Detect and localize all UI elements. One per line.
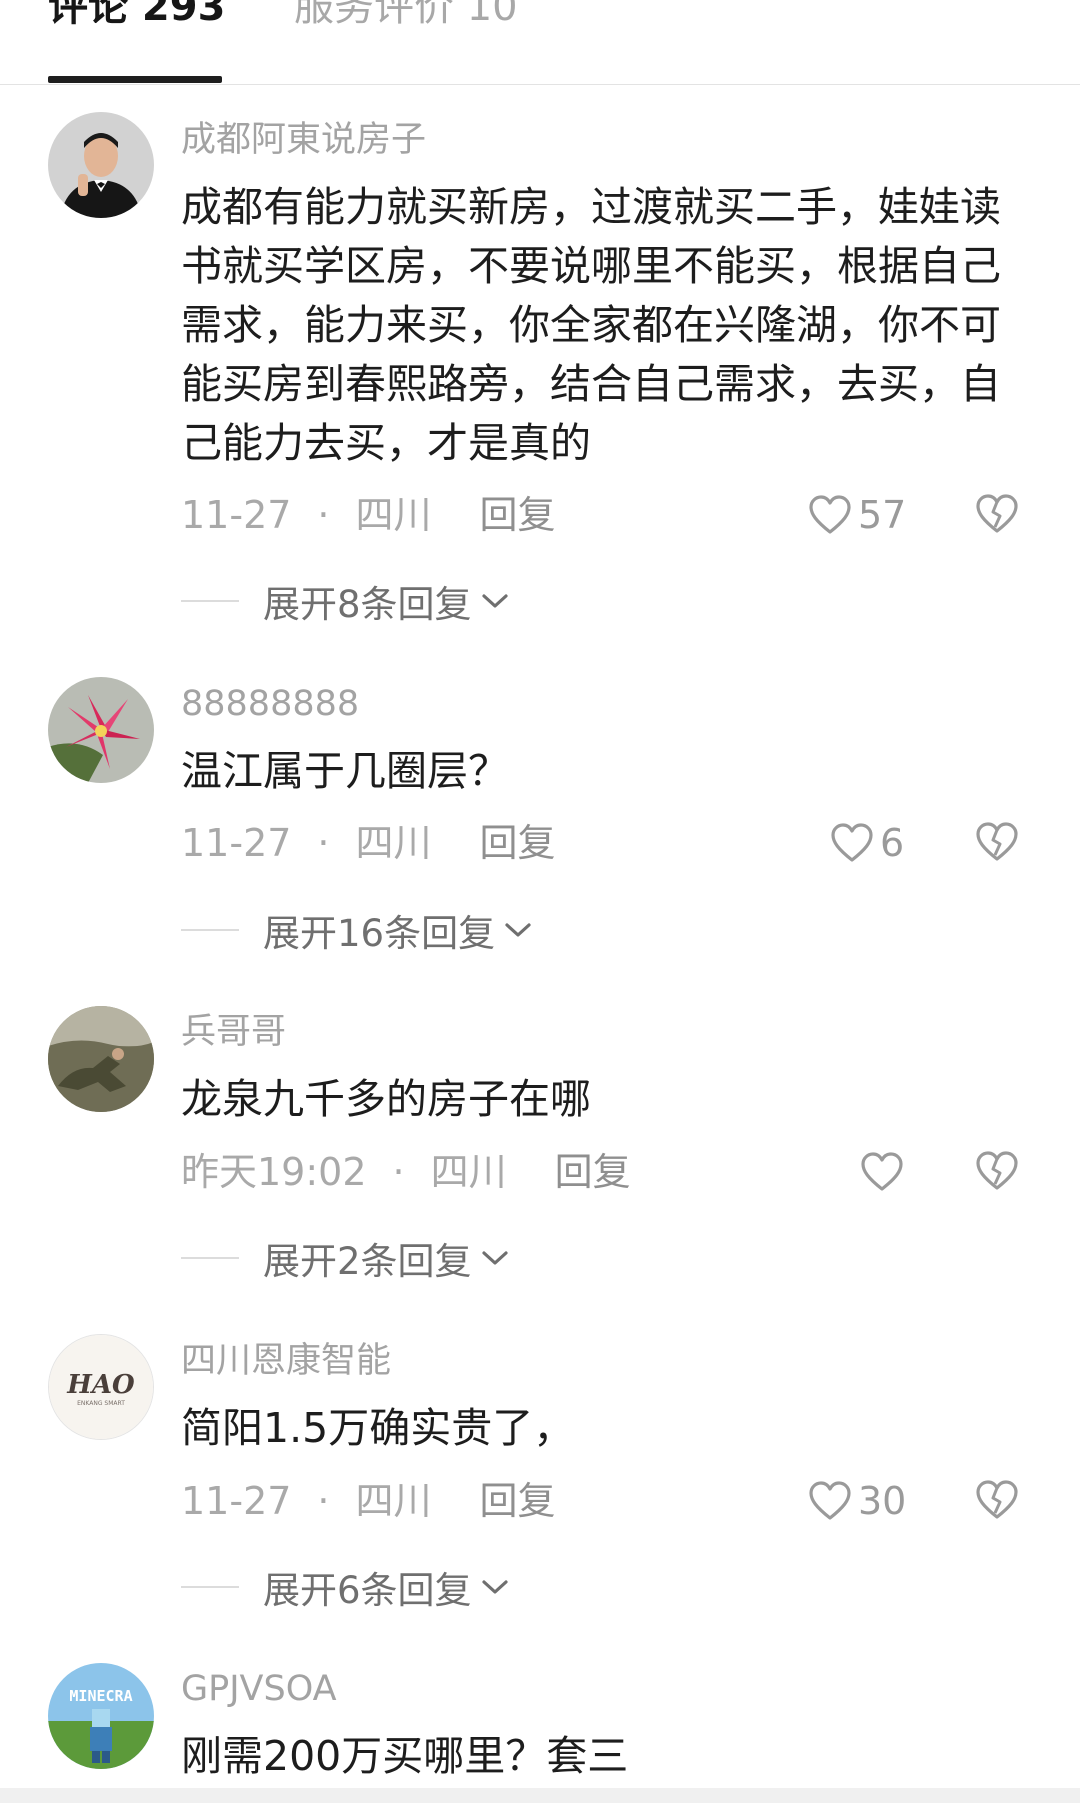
broken-heart-icon	[976, 494, 1018, 533]
comment-date: 昨天19:02	[181, 1150, 367, 1194]
comment-date: 11-27	[181, 821, 292, 865]
heart-outline-icon	[809, 1481, 851, 1520]
comment-username[interactable]: 成都阿東说房子	[181, 118, 426, 162]
reply-button[interactable]: 回复	[480, 818, 556, 868]
avatar-logo-text: HAO	[66, 1370, 135, 1400]
like-button[interactable]	[860, 1147, 910, 1197]
comment-username[interactable]: 88888888	[181, 682, 359, 726]
like-button[interactable]: 6	[830, 818, 904, 868]
like-count: 6	[880, 821, 905, 865]
reply-button[interactable]: 回复	[555, 1147, 631, 1197]
heart-outline-icon	[831, 823, 873, 862]
expand-replies[interactable]: 展开6条回复	[181, 1562, 510, 1612]
comment-region: 四川	[355, 1479, 432, 1523]
expand-replies-label: 展开8条回复	[263, 583, 472, 626]
comment-text: 简阳1.5万确实贵了，	[181, 1404, 575, 1452]
bottom-edge	[0, 1788, 1080, 1803]
heart-outline-icon	[861, 1152, 903, 1191]
chevron-down-icon	[481, 594, 508, 608]
avatar-logo-subtext: ENKANG SMART	[77, 1400, 125, 1407]
like-count: 57	[858, 493, 907, 537]
comment-region: 四川	[355, 821, 432, 865]
like-count: 30	[858, 1479, 907, 1523]
dislike-button[interactable]	[975, 493, 1019, 537]
meta-separator: ·	[317, 1479, 330, 1523]
meta-separator: ·	[392, 1150, 405, 1194]
expand-replies[interactable]: 展开2条回复	[181, 1233, 510, 1283]
like-button[interactable]: 30	[808, 1476, 906, 1526]
expand-replies-label: 展开2条回复	[263, 1240, 472, 1283]
comment-meta: 昨天19:02 · 四川 回复	[181, 1147, 631, 1197]
heart-outline-icon	[809, 495, 851, 534]
comment-meta: 11-27 · 四川 回复	[181, 818, 556, 868]
chevron-down-icon	[481, 1580, 508, 1594]
reply-button[interactable]: 回复	[480, 490, 556, 540]
expand-replies-label: 展开16条回复	[263, 912, 496, 955]
avatar[interactable]	[48, 1006, 154, 1112]
like-button[interactable]: 57	[808, 490, 906, 540]
expand-replies[interactable]: 展开8条回复	[181, 576, 510, 626]
avatar[interactable]: HAO ENKANG SMART	[48, 1334, 154, 1440]
comment-text: 龙泉九千多的房子在哪	[181, 1075, 591, 1123]
tab-comments[interactable]: 评论 293	[48, 0, 225, 32]
comment-meta: 11-27 · 四川 回复	[181, 490, 556, 540]
chevron-down-icon	[505, 923, 531, 937]
broken-heart-icon	[976, 1151, 1018, 1190]
comment-region: 四川	[355, 493, 432, 537]
comment-username[interactable]: GPJVSOA	[181, 1667, 337, 1711]
meta-separator: ·	[317, 821, 330, 865]
comment-date: 11-27	[181, 493, 292, 537]
comment-meta: 11-27 · 四川 回复	[181, 1476, 556, 1526]
reply-button[interactable]: 回复	[480, 1476, 556, 1526]
comment-date: 11-27	[181, 1479, 292, 1523]
avatar[interactable]: MINECRA	[48, 1663, 154, 1769]
broken-heart-icon	[976, 822, 1018, 861]
dislike-button[interactable]	[975, 1150, 1019, 1194]
dislike-button[interactable]	[975, 821, 1019, 865]
meta-separator: ·	[317, 493, 330, 537]
dislike-button[interactable]	[975, 1479, 1019, 1523]
expand-replies-label: 展开6条回复	[263, 1569, 472, 1612]
expand-divider	[181, 600, 239, 602]
chevron-down-icon	[481, 1251, 508, 1265]
avatar[interactable]	[48, 112, 154, 218]
tab-active-indicator	[48, 76, 222, 83]
expand-replies[interactable]: 展开16条回复	[181, 905, 533, 955]
tab-bar: 评论 293 服务评价 10	[0, 0, 1080, 85]
broken-heart-icon	[976, 1480, 1018, 1519]
tab-service-reviews[interactable]: 服务评价 10	[294, 0, 518, 32]
avatar[interactable]	[48, 677, 154, 783]
expand-divider	[181, 1257, 239, 1259]
comment-region: 四川	[430, 1150, 507, 1194]
comment-username[interactable]: 兵哥哥	[181, 1010, 286, 1054]
comment-text: 成都有能力就买新房，过渡就买二手，娃娃读书就买学区房，不要说哪里不能买，根据自己…	[181, 183, 1001, 467]
expand-divider	[181, 929, 239, 931]
expand-divider	[181, 1586, 239, 1588]
comment-text: 刚需200万买哪里？套三	[181, 1732, 629, 1780]
avatar-logo-text: MINECRA	[69, 1687, 132, 1705]
comment-username[interactable]: 四川恩康智能	[181, 1339, 391, 1383]
comment-text: 温江属于几圈层？	[181, 747, 509, 795]
